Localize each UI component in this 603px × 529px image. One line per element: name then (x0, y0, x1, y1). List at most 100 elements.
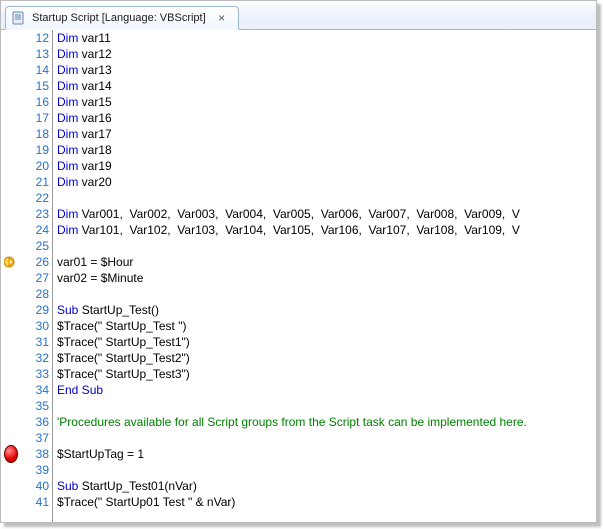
code-line[interactable]: $Trace(" StartUp01 Test " & nVar) (53, 494, 596, 510)
margin-slot[interactable] (1, 78, 21, 94)
code-line[interactable]: var02 = $Minute (53, 270, 596, 286)
code-line[interactable]: Dim Var101, Var102, Var103, Var104, Var1… (53, 222, 596, 238)
line-number[interactable]: 36 (21, 414, 49, 430)
line-number[interactable]: 35 (21, 398, 49, 414)
tab-title: Startup Script [Language: VBScript] (32, 12, 206, 24)
line-number[interactable]: 14 (21, 62, 49, 78)
code-line[interactable] (53, 238, 596, 254)
code-line[interactable]: Dim var20 (53, 174, 596, 190)
line-number[interactable]: 37 (21, 430, 49, 446)
code-line[interactable]: Dim var12 (53, 46, 596, 62)
line-number[interactable]: 24 (21, 222, 49, 238)
code-line[interactable]: Sub StartUp_Test() (53, 302, 596, 318)
margin-slot[interactable] (1, 142, 21, 158)
line-number[interactable]: 40 (21, 478, 49, 494)
code-line[interactable]: Dim var14 (53, 78, 596, 94)
margin-slot[interactable] (1, 382, 21, 398)
line-number[interactable]: 30 (21, 318, 49, 334)
code-line[interactable]: $Trace(" StartUp_Test3") (53, 366, 596, 382)
code-line[interactable]: Dim var13 (53, 62, 596, 78)
code-line[interactable]: Dim var11 (53, 30, 596, 46)
line-number[interactable]: 25 (21, 238, 49, 254)
margin-slot[interactable] (1, 30, 21, 46)
code-line[interactable]: Dim var17 (53, 126, 596, 142)
margin-slot[interactable] (1, 206, 21, 222)
tab-bar: Startup Script [Language: VBScript] × (1, 1, 596, 30)
editor-tab[interactable]: Startup Script [Language: VBScript] × (5, 6, 239, 30)
line-number[interactable]: 31 (21, 334, 49, 350)
line-number[interactable]: 20 (21, 158, 49, 174)
code-line[interactable]: $Trace(" StartUp_Test ") (53, 318, 596, 334)
margin-slot[interactable] (1, 366, 21, 382)
margin-slot[interactable] (1, 286, 21, 302)
code-editor-view: Startup Script [Language: VBScript] × 12… (0, 0, 597, 523)
code-line[interactable] (53, 286, 596, 302)
line-number[interactable]: 27 (21, 270, 49, 286)
code-line[interactable]: $Trace(" StartUp_Test2") (53, 350, 596, 366)
margin-slot[interactable] (1, 110, 21, 126)
line-number[interactable]: 23 (21, 206, 49, 222)
code-line[interactable] (53, 462, 596, 478)
line-number[interactable]: 17 (21, 110, 49, 126)
margin-slot[interactable] (1, 158, 21, 174)
margin-slot[interactable] (1, 478, 21, 494)
margin-slot[interactable] (1, 46, 21, 62)
line-number-gutter[interactable]: 1213141516171819202122232425262728293031… (21, 30, 53, 522)
line-number[interactable]: 12 (21, 30, 49, 46)
margin-slot[interactable] (1, 190, 21, 206)
line-number[interactable]: 13 (21, 46, 49, 62)
code-line[interactable]: 'Procedures available for all Script gro… (53, 414, 596, 430)
code-line[interactable] (53, 430, 596, 446)
line-number[interactable]: 28 (21, 286, 49, 302)
margin-slot[interactable] (1, 126, 21, 142)
code-content[interactable]: Dim var11Dim var12Dim var13Dim var14Dim … (53, 30, 596, 522)
margin-slot[interactable] (1, 398, 21, 414)
line-number[interactable]: 38 (21, 446, 49, 462)
code-line[interactable]: End Sub (53, 382, 596, 398)
line-number[interactable]: 18 (21, 126, 49, 142)
code-line[interactable]: $StartUpTag = 1 (53, 446, 596, 462)
line-number[interactable]: 21 (21, 174, 49, 190)
code-editor[interactable]: 1213141516171819202122232425262728293031… (1, 30, 596, 522)
line-number[interactable]: 34 (21, 382, 49, 398)
margin-slot[interactable] (1, 270, 21, 286)
line-number[interactable]: 39 (21, 462, 49, 478)
line-number[interactable]: 41 (21, 494, 49, 510)
marker-margin[interactable] (1, 30, 21, 522)
line-number[interactable]: 29 (21, 302, 49, 318)
margin-slot[interactable] (1, 494, 21, 510)
code-line[interactable]: Dim var19 (53, 158, 596, 174)
margin-slot[interactable] (1, 302, 21, 318)
code-line[interactable]: $Trace(" StartUp_Test1") (53, 334, 596, 350)
line-number[interactable]: 15 (21, 78, 49, 94)
margin-slot[interactable] (1, 414, 21, 430)
margin-slot[interactable] (1, 222, 21, 238)
code-line[interactable]: Dim var16 (53, 110, 596, 126)
margin-slot[interactable] (1, 446, 21, 462)
code-line[interactable] (53, 398, 596, 414)
margin-slot[interactable] (1, 238, 21, 254)
line-number[interactable]: 32 (21, 350, 49, 366)
margin-slot[interactable] (1, 334, 21, 350)
margin-slot[interactable] (1, 174, 21, 190)
margin-slot[interactable] (1, 62, 21, 78)
margin-slot[interactable] (1, 350, 21, 366)
close-icon[interactable]: × (216, 12, 228, 24)
code-line[interactable] (53, 190, 596, 206)
margin-slot[interactable] (1, 94, 21, 110)
line-number[interactable]: 19 (21, 142, 49, 158)
margin-slot[interactable] (1, 318, 21, 334)
code-line[interactable]: Dim var18 (53, 142, 596, 158)
code-line[interactable]: Sub StartUp_Test01(nVar) (53, 478, 596, 494)
margin-slot[interactable] (1, 254, 21, 270)
code-line[interactable]: var01 = $Hour (53, 254, 596, 270)
margin-slot[interactable] (1, 462, 21, 478)
line-number[interactable]: 33 (21, 366, 49, 382)
code-line[interactable]: Dim var15 (53, 94, 596, 110)
code-line[interactable]: Dim Var001, Var002, Var003, Var004, Var0… (53, 206, 596, 222)
line-number[interactable]: 22 (21, 190, 49, 206)
margin-slot[interactable] (1, 430, 21, 446)
line-number[interactable]: 16 (21, 94, 49, 110)
line-number[interactable]: 26 (21, 254, 49, 270)
breakpoint-icon[interactable] (4, 445, 18, 463)
